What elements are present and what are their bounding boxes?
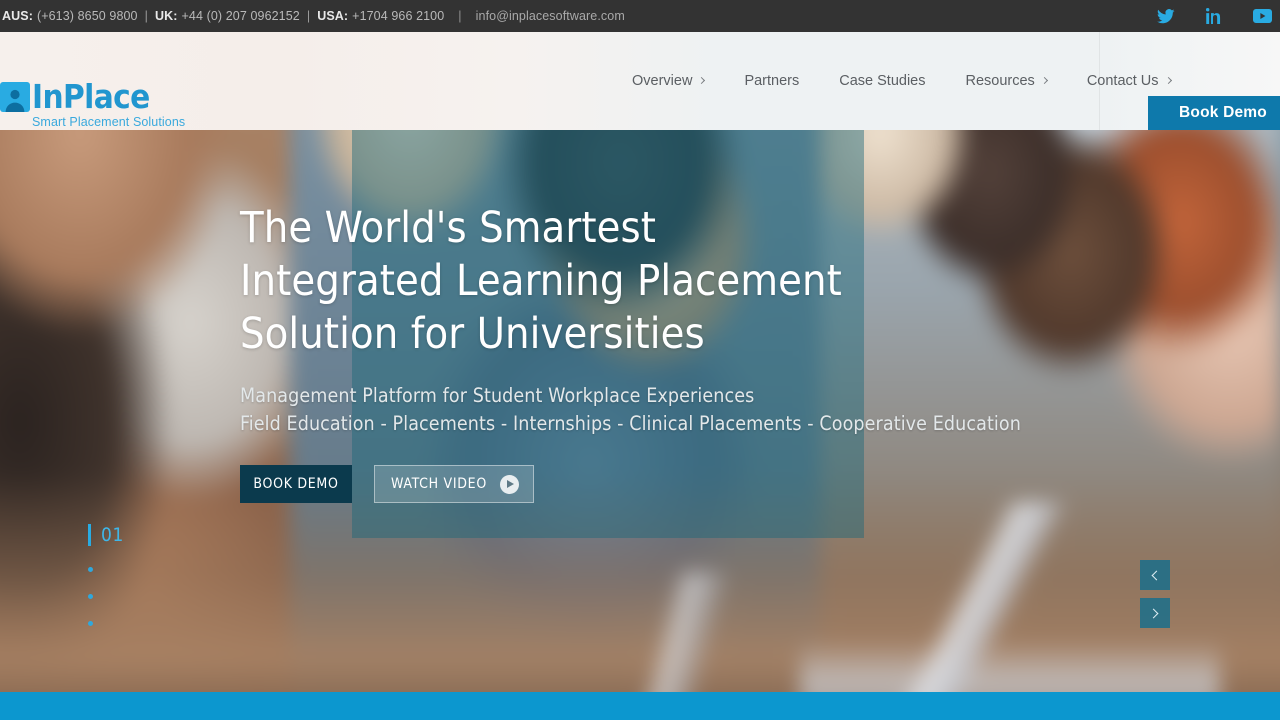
nav-label: Case Studies (839, 73, 926, 89)
slide-number: 01 (101, 524, 124, 546)
contact-phone-usa[interactable]: +1704 966 2100 (352, 9, 444, 23)
contact-email[interactable]: info@inplacesoftware.com (476, 9, 625, 23)
contact-separator-1: | (144, 9, 148, 23)
hero-slider: The World's Smartest Integrated Learning… (0, 32, 1280, 692)
hero-title-line-1: The World's Smartest (240, 203, 657, 253)
slider-next-button[interactable] (1140, 598, 1170, 628)
contact-phone-uk[interactable]: +44 (0) 207 0962152 (182, 9, 300, 23)
contact-label-usa: USA: (317, 9, 349, 23)
chevron-right-icon (1040, 76, 1048, 85)
top-contact-bar: AUS: (+613) 8650 9800 | UK: +44 (0) 207 … (0, 0, 1280, 32)
youtube-icon[interactable] (1252, 6, 1272, 26)
nav-item-resources[interactable]: Resources (946, 73, 1067, 89)
twitter-icon[interactable] (1156, 6, 1176, 26)
hero-title-line-2: Integrated Learning Placement (240, 256, 842, 306)
contact-separator-2: | (306, 9, 311, 23)
site-header: InPlace Smart Placement Solutions Overvi… (0, 32, 1280, 130)
hero-cta-group: BOOK DEMO WATCH VIDEO (240, 465, 1021, 503)
contact-phone-aus[interactable]: (+613) 8650 9800 (37, 9, 138, 23)
nav-label: Resources (965, 73, 1035, 89)
contact-label-uk: UK: (154, 9, 178, 23)
main-navigation: Overview Partners Case Studies Resources… (612, 32, 1191, 130)
chevron-right-icon (698, 76, 706, 85)
slider-arrows (1140, 560, 1170, 628)
slide-accent-bar (88, 524, 91, 546)
page-root: AUS: (+613) 8650 9800 | UK: +44 (0) 207 … (0, 0, 1280, 720)
logo-wordmark: InPlace (32, 77, 150, 116)
book-demo-hero-button[interactable]: BOOK DEMO (240, 465, 352, 503)
slide-dot[interactable] (88, 567, 93, 572)
contact-label-aus: AUS: (2, 9, 33, 23)
hero-subtitle-line-1: Management Platform for Student Workplac… (240, 384, 755, 407)
contact-separator-3: | (458, 9, 462, 23)
slide-dots (88, 567, 124, 626)
nav-item-contact-us[interactable]: Contact Us (1067, 73, 1191, 89)
chevron-left-icon (1151, 570, 1162, 580)
hero-title-line-3: Solution for Universities (240, 309, 705, 359)
contact-list: AUS: (+613) 8650 9800 | UK: +44 (0) 207 … (0, 9, 625, 23)
hero-title: The World's Smartest Integrated Learning… (240, 202, 1021, 361)
nav-item-partners[interactable]: Partners (724, 73, 819, 89)
chevron-right-icon (1148, 608, 1159, 618)
slide-indicator: 01 (88, 524, 124, 626)
social-links (1156, 0, 1280, 32)
hero-subtitle: Management Platform for Student Workplac… (240, 382, 1021, 437)
watch-video-label: WATCH VIDEO (391, 476, 487, 492)
slider-prev-button[interactable] (1140, 560, 1170, 590)
site-logo[interactable]: InPlace Smart Placement Solutions (0, 77, 186, 129)
watch-video-button[interactable]: WATCH VIDEO (374, 465, 534, 503)
nav-item-overview[interactable]: Overview (612, 73, 724, 89)
person-icon (0, 82, 30, 112)
book-demo-header-button[interactable]: Book Demo (1148, 96, 1280, 130)
logo-tagline: Smart Placement Solutions (32, 115, 186, 129)
nav-item-case-studies[interactable]: Case Studies (819, 73, 945, 89)
linkedin-icon[interactable] (1204, 6, 1224, 26)
nav-label: Overview (632, 73, 693, 89)
nav-label: Partners (744, 73, 800, 89)
bottom-accent-bar (0, 692, 1280, 720)
hero-content: The World's Smartest Integrated Learning… (240, 202, 1021, 503)
slide-dot[interactable] (88, 594, 93, 599)
chevron-right-icon (1164, 76, 1172, 85)
slide-number-row: 01 (88, 524, 124, 546)
hero-subtitle-line-2: Field Education - Placements - Internshi… (240, 411, 1021, 435)
slide-dot[interactable] (88, 621, 93, 626)
play-icon (499, 474, 519, 494)
nav-label: Contact Us (1086, 73, 1159, 89)
